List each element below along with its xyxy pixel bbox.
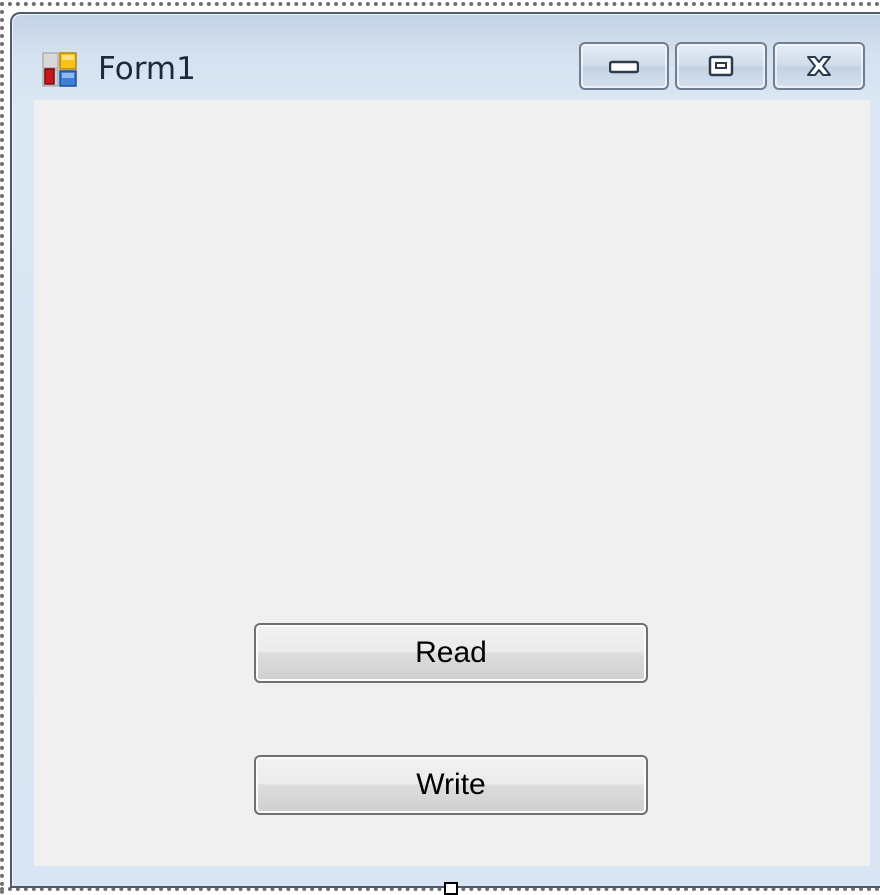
read-button[interactable]: Read [254, 623, 648, 683]
selection-border-left [0, 2, 4, 895]
selection-border-top [0, 2, 880, 6]
maximize-button[interactable] [675, 42, 767, 90]
app-icon [42, 52, 78, 88]
minimize-button[interactable] [579, 42, 669, 90]
close-button[interactable] [773, 42, 865, 90]
form-window: Form1 Read Write [10, 12, 880, 888]
window-title: Form1 [98, 51, 196, 87]
designer-surface: Form1 Read Write [0, 0, 880, 895]
write-button[interactable]: Write [254, 755, 648, 815]
form-client-area: Read Write [34, 100, 870, 866]
resize-handle[interactable] [444, 882, 458, 895]
